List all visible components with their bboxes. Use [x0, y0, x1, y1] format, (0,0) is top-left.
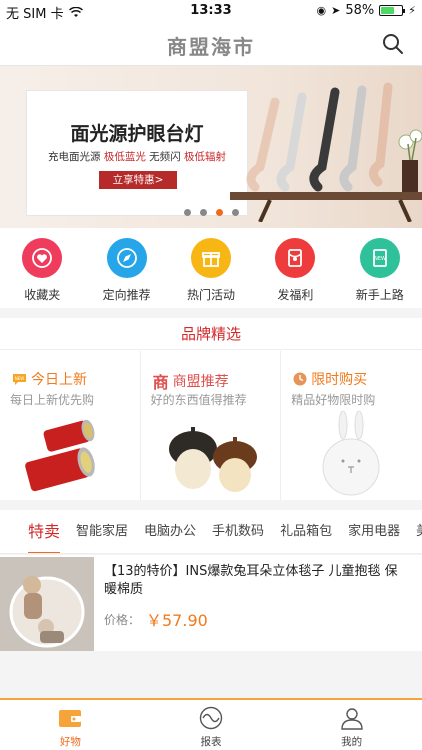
- speaker-product-image: [25, 419, 95, 492]
- quick-nav-label: 新手上路: [355, 288, 404, 302]
- product-card[interactable]: 【13的特价】INS爆款兔耳朵立体毯子 儿童抱毯 保暖棉质 价格： ￥57.90: [0, 555, 422, 651]
- location-icon: ➤: [331, 4, 341, 17]
- new-book-icon: NEW: [359, 238, 400, 278]
- orientation-lock-icon: ◉: [316, 4, 327, 17]
- banner-dot[interactable]: [231, 209, 239, 216]
- brand-col-title: 商 商盟推荐: [153, 369, 229, 393]
- tab-gifts[interactable]: 礼品箱包: [272, 510, 340, 553]
- banner-cta-button[interactable]: 立享特惠>: [99, 171, 177, 189]
- compass-icon: [106, 238, 147, 278]
- bottom-tab-bar: 好物 报表 我的: [0, 698, 422, 750]
- brand-col-title-text: 今日上新: [31, 372, 87, 388]
- brand-section: 品牌精选 NEW 今日上新 每日上新优先购 商 商盟推荐 好的东西值得推荐 限时…: [0, 318, 422, 500]
- user-icon: [340, 708, 363, 730]
- wallet-icon: [59, 710, 82, 727]
- brand-section-title: 品牌精选: [0, 318, 422, 350]
- product-title: 【13的特价】INS爆款兔耳朵立体毯子 儿童抱毯 保暖棉质: [104, 564, 398, 597]
- quick-nav-events[interactable]: 热门活动: [169, 228, 253, 308]
- brand-columns: NEW 今日上新 每日上新优先购 商 商盟推荐 好的东西值得推荐 限时购买 精品…: [0, 351, 422, 500]
- brand-col-subtitle: 精品好物限时购: [291, 393, 376, 407]
- price-label: 价格：: [104, 613, 141, 627]
- banner-dot[interactable]: [199, 209, 207, 216]
- search-icon[interactable]: [382, 33, 404, 55]
- quick-nav: 收藏夹 定向推荐 热门活动 发福利 NEW 新手上路: [0, 228, 422, 308]
- brand-col-subtitle: 每日上新优先购: [10, 393, 95, 407]
- brand-col-title: 限时购买: [293, 369, 367, 389]
- banner-card: 面光源护眼台灯 充电面光源 极低蓝光 无频闪 极低辐射 立享特惠>: [26, 90, 248, 216]
- banner-title: 面光源护眼台灯: [70, 123, 204, 145]
- promo-banner[interactable]: 面光源护眼台灯 充电面光源 极低蓝光 无频闪 极低辐射 立享特惠>: [0, 66, 422, 228]
- tab-bar-mine[interactable]: 我的: [281, 700, 422, 750]
- quick-nav-label: 定向推荐: [102, 288, 151, 302]
- tab-beauty[interactable]: 美: [408, 510, 422, 553]
- brand-col-recommend[interactable]: 商 商盟推荐 好的东西值得推荐: [141, 351, 282, 500]
- acorn-speaker-image: [168, 427, 257, 492]
- banner-sub-highlight1: 极低蓝光: [103, 151, 146, 163]
- wave-chart-icon: [199, 706, 223, 730]
- banner-sub-prefix: 充电面光源: [47, 151, 101, 163]
- svg-text:NEW: NEW: [374, 256, 386, 262]
- tab-bar-goods[interactable]: 好物: [0, 700, 141, 750]
- clock-icon: [293, 372, 307, 386]
- heart-icon: [22, 238, 63, 278]
- product-price: ￥57.90: [146, 611, 208, 630]
- banner-subtitle: 充电面光源 极低蓝光 无频闪 极低辐射: [27, 149, 247, 164]
- brand-col-subtitle: 好的东西值得推荐: [150, 393, 247, 407]
- banner-dot-active[interactable]: [215, 209, 223, 216]
- brand-col-title-text: 限时购买: [311, 372, 368, 388]
- quick-nav-recommend[interactable]: 定向推荐: [84, 228, 168, 308]
- tab-bar-label: 报表: [200, 736, 222, 748]
- tab-office[interactable]: 电脑办公: [136, 510, 204, 553]
- banner-pagination[interactable]: [0, 209, 422, 216]
- charging-icon: ⚡: [408, 4, 416, 17]
- svg-text:NEW: NEW: [15, 376, 25, 381]
- quick-nav-favorites[interactable]: 收藏夹: [0, 228, 84, 308]
- quick-nav-label: 热门活动: [186, 288, 235, 302]
- red-envelope-icon: [275, 238, 316, 278]
- quick-nav-label: 发福利: [277, 288, 314, 302]
- bunny-lamp-image: [322, 411, 380, 496]
- brand-col-new-arrivals[interactable]: NEW 今日上新 每日上新优先购: [0, 351, 141, 500]
- battery-percent: 58%: [345, 3, 375, 18]
- blanket-product-image: [0, 557, 94, 651]
- banner-sub-middle: 无频闪: [149, 151, 181, 163]
- banner-dot[interactable]: [183, 209, 191, 216]
- tab-bar-label: 我的: [341, 736, 363, 748]
- quick-nav-newbie[interactable]: NEW 新手上路: [338, 228, 422, 308]
- tab-sale[interactable]: 特卖: [0, 510, 68, 553]
- tab-appliances[interactable]: 家用电器: [340, 510, 408, 553]
- quick-nav-label: 收藏夹: [24, 288, 61, 302]
- nav-bar: 商盟海市: [0, 22, 422, 66]
- status-bar: 无 SIM 卡 13:33 ◉ ➤ 58% ⚡: [0, 0, 422, 22]
- new-badge-icon: NEW: [13, 373, 26, 385]
- tab-bar-label: 好物: [59, 736, 81, 748]
- category-tabs: 特卖 智能家居 电脑办公 手机数码 礼品箱包 家用电器 美: [0, 510, 422, 554]
- gift-icon: [190, 238, 231, 278]
- brand-col-flash-sale[interactable]: 限时购买 精品好物限时购: [281, 351, 422, 500]
- quick-nav-welfare[interactable]: 发福利: [253, 228, 337, 308]
- brand-col-title-text: 商盟推荐: [172, 374, 229, 390]
- tab-bar-reports[interactable]: 报表: [141, 700, 282, 750]
- page-title: 商盟海市: [167, 35, 255, 59]
- brand-col-title: NEW 今日上新: [12, 369, 87, 389]
- status-right: ◉ ➤ 58% ⚡: [317, 3, 416, 18]
- tab-smart-home[interactable]: 智能家居: [68, 510, 136, 553]
- battery-icon: [379, 5, 406, 16]
- tab-digital[interactable]: 手机数码: [204, 510, 272, 553]
- shang-logo-icon: 商: [152, 373, 169, 392]
- lamp-product-image: [230, 82, 422, 222]
- banner-sub-highlight2: 极低辐射: [184, 151, 227, 163]
